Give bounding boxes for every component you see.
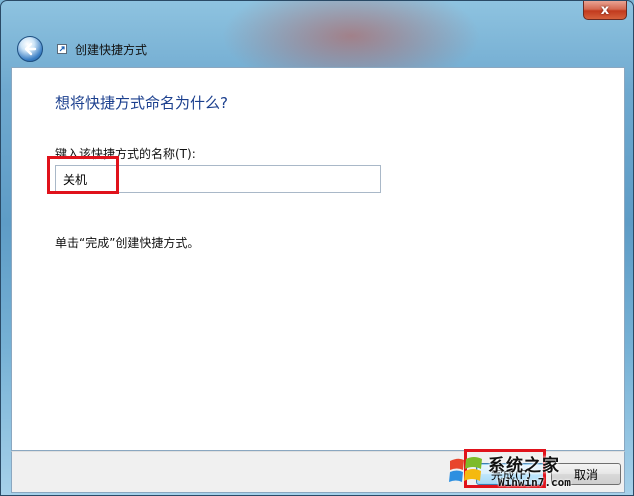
wizard-window: x 创建快捷方式 想将快捷方式命名为什么? 键入该快捷方式的名称(T): 单击“…	[0, 0, 634, 496]
wizard-content: 想将快捷方式命名为什么? 键入该快捷方式的名称(T): 单击“完成”创建快捷方式…	[11, 67, 625, 451]
shortcut-name-label: 键入该快捷方式的名称(T):	[55, 147, 196, 161]
close-icon: x	[600, 2, 610, 18]
close-button[interactable]: x	[583, 1, 627, 20]
cancel-button[interactable]: 取消	[551, 463, 621, 485]
back-button[interactable]	[17, 36, 43, 62]
shortcut-icon	[57, 44, 67, 54]
wizard-header: 创建快捷方式	[11, 31, 623, 67]
wizard-title: 创建快捷方式	[75, 42, 148, 57]
wizard-footer: 完成(F) 取消	[11, 451, 625, 493]
finish-hint-text: 单击“完成”创建快捷方式。	[55, 236, 200, 250]
shortcut-name-input[interactable]	[55, 165, 381, 193]
back-arrow-icon	[24, 42, 37, 56]
finish-button[interactable]: 完成(F)	[476, 463, 546, 485]
page-heading: 想将快捷方式命名为什么?	[55, 94, 228, 112]
